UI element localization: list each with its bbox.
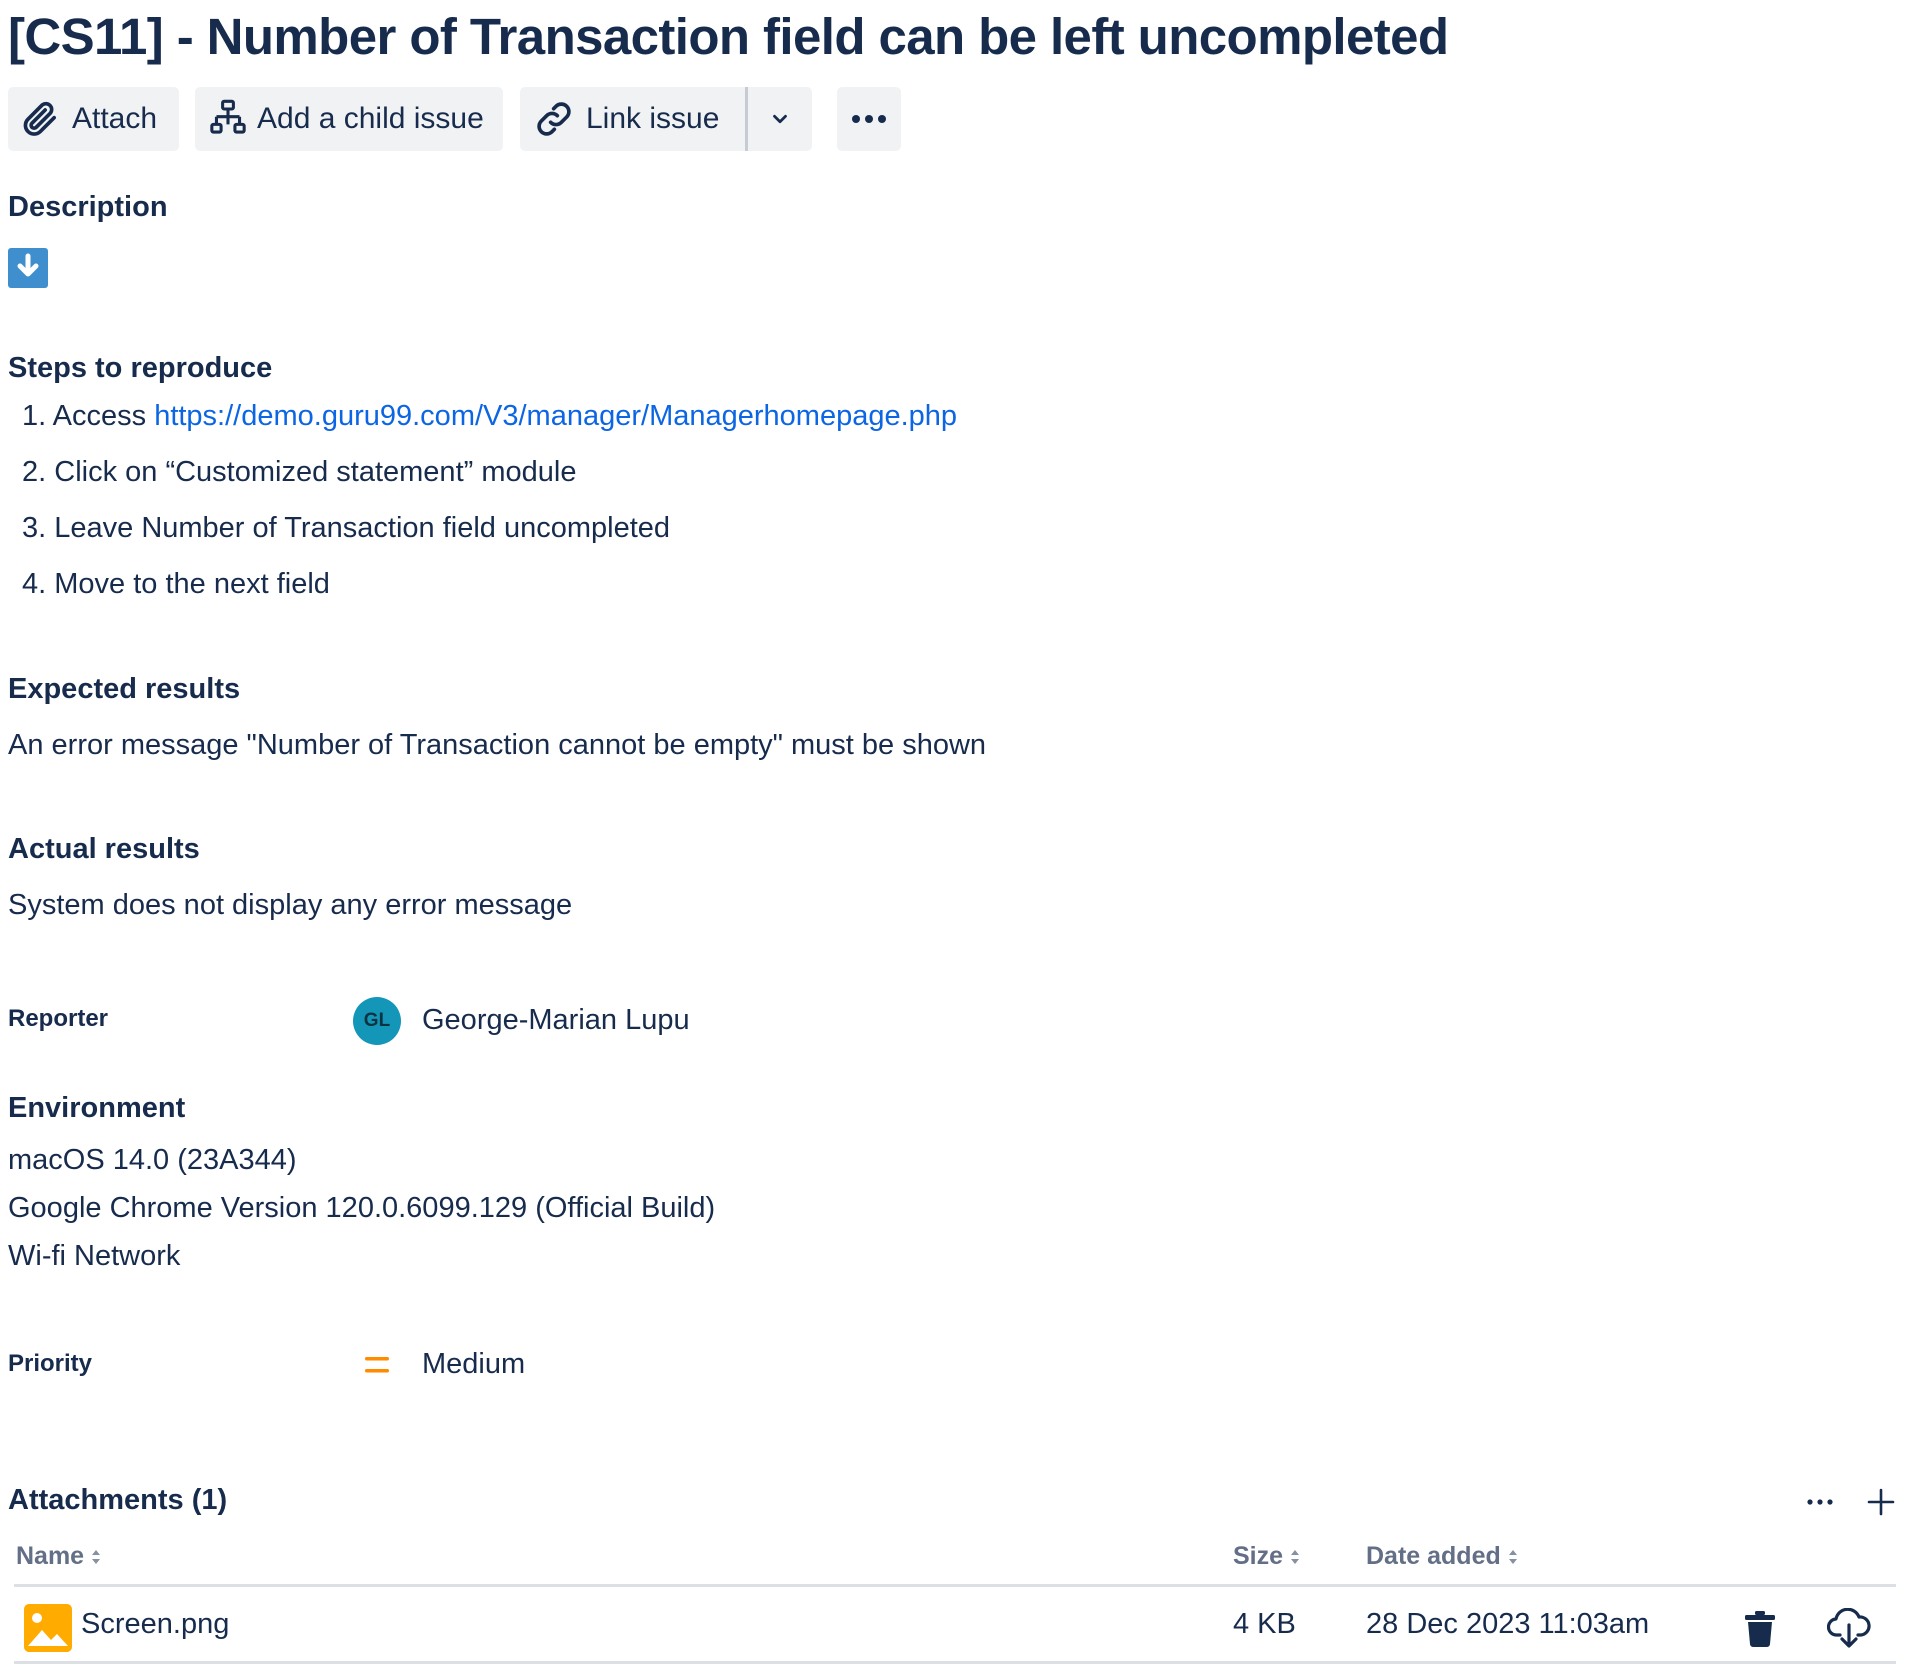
- column-header-date-added[interactable]: Date added: [1366, 1542, 1519, 1571]
- list-item: 3. Leave Number of Transaction field unc…: [22, 512, 670, 545]
- link-issue-label: Link issue: [586, 102, 720, 135]
- reporter-label: Reporter: [8, 1005, 109, 1032]
- sort-icon: [1291, 1549, 1300, 1564]
- link-icon: [537, 102, 571, 136]
- url-link[interactable]: https://demo.guru99.com/V3/manager/Manag…: [154, 400, 957, 432]
- table-row-divider: [14, 1661, 1896, 1664]
- reporter-name[interactable]: George-Marian Lupu: [422, 1004, 690, 1037]
- actual-results-heading: Actual results: [8, 833, 200, 865]
- sort-icon: [92, 1549, 101, 1564]
- attachment-file-name[interactable]: Screen.png: [81, 1608, 229, 1641]
- issue-title[interactable]: [CS11] - Number of Transaction field can…: [8, 6, 1449, 68]
- column-name-label: Name: [16, 1542, 85, 1570]
- environment-line: macOS 14.0 (23A344): [8, 1144, 297, 1176]
- step-number: 4.: [22, 568, 47, 600]
- actual-results-text: System does not display any error messag…: [8, 889, 573, 921]
- image-file-icon: [24, 1604, 72, 1652]
- environment-line: Wi-fi Network: [8, 1240, 181, 1272]
- table-header-divider: [14, 1584, 1896, 1587]
- paperclip-icon: [23, 101, 57, 136]
- environment-line: Google Chrome Version 120.0.6099.129 (Of…: [8, 1192, 716, 1224]
- step-text: Move to the next field: [54, 568, 330, 600]
- more-icon[interactable]: [1806, 1494, 1834, 1510]
- step-number: 1.: [22, 400, 47, 432]
- description-heading: Description: [8, 191, 168, 223]
- attachment-size: 4 KB: [1233, 1608, 1296, 1640]
- column-header-size[interactable]: Size: [1233, 1542, 1301, 1571]
- step-text: Click on “Customized statement” module: [54, 456, 577, 488]
- step-number: 2.: [22, 456, 47, 488]
- attach-button[interactable]: Attach: [8, 87, 179, 151]
- step-prefix: Access: [52, 400, 155, 432]
- list-item: 1. Access https://demo.guru99.com/V3/man…: [22, 400, 957, 433]
- attachment-date-added: 28 Dec 2023 11:03am: [1366, 1608, 1650, 1640]
- trash-icon[interactable]: [1744, 1611, 1776, 1647]
- step-number: 3.: [22, 512, 47, 544]
- column-header-name[interactable]: Name: [16, 1542, 102, 1571]
- add-child-issue-button[interactable]: Add a child issue: [195, 87, 503, 151]
- column-date-label: Date added: [1366, 1542, 1501, 1570]
- list-item: 4. Move to the next field: [22, 568, 330, 601]
- add-child-issue-label: Add a child issue: [257, 102, 484, 135]
- cloud-download-icon[interactable]: [1827, 1608, 1871, 1648]
- priority-label: Priority: [8, 1350, 93, 1377]
- expected-results-text: An error message "Number of Transaction …: [8, 729, 987, 761]
- link-issue-dropdown-button[interactable]: [748, 87, 812, 151]
- avatar[interactable]: GL: [353, 997, 401, 1045]
- link-issue-button[interactable]: Link issue: [520, 87, 745, 151]
- step-text: Leave Number of Transaction field uncomp…: [54, 512, 671, 544]
- priority-medium-icon: [365, 1357, 389, 1373]
- avatar-initials: GL: [363, 1010, 391, 1031]
- more-icon: [852, 115, 886, 123]
- child-issue-icon: [210, 99, 246, 134]
- sort-icon: [1508, 1549, 1517, 1564]
- expected-results-heading: Expected results: [8, 673, 241, 705]
- column-size-label: Size: [1233, 1542, 1284, 1570]
- priority-value[interactable]: Medium: [422, 1348, 525, 1381]
- chevron-down-icon: [773, 114, 787, 124]
- steps-heading: Steps to reproduce: [8, 352, 273, 384]
- attach-label: Attach: [72, 102, 158, 135]
- more-actions-button[interactable]: [837, 87, 901, 151]
- add-attachment-icon[interactable]: [1866, 1487, 1896, 1517]
- download-arrow-icon: [8, 248, 48, 288]
- environment-heading: Environment: [8, 1092, 186, 1124]
- attachments-heading: Attachments (1): [8, 1484, 228, 1516]
- list-item: 2. Click on “Customized statement” modul…: [22, 456, 576, 489]
- issue-view: [CS11] - Number of Transaction field can…: [0, 0, 1910, 1668]
